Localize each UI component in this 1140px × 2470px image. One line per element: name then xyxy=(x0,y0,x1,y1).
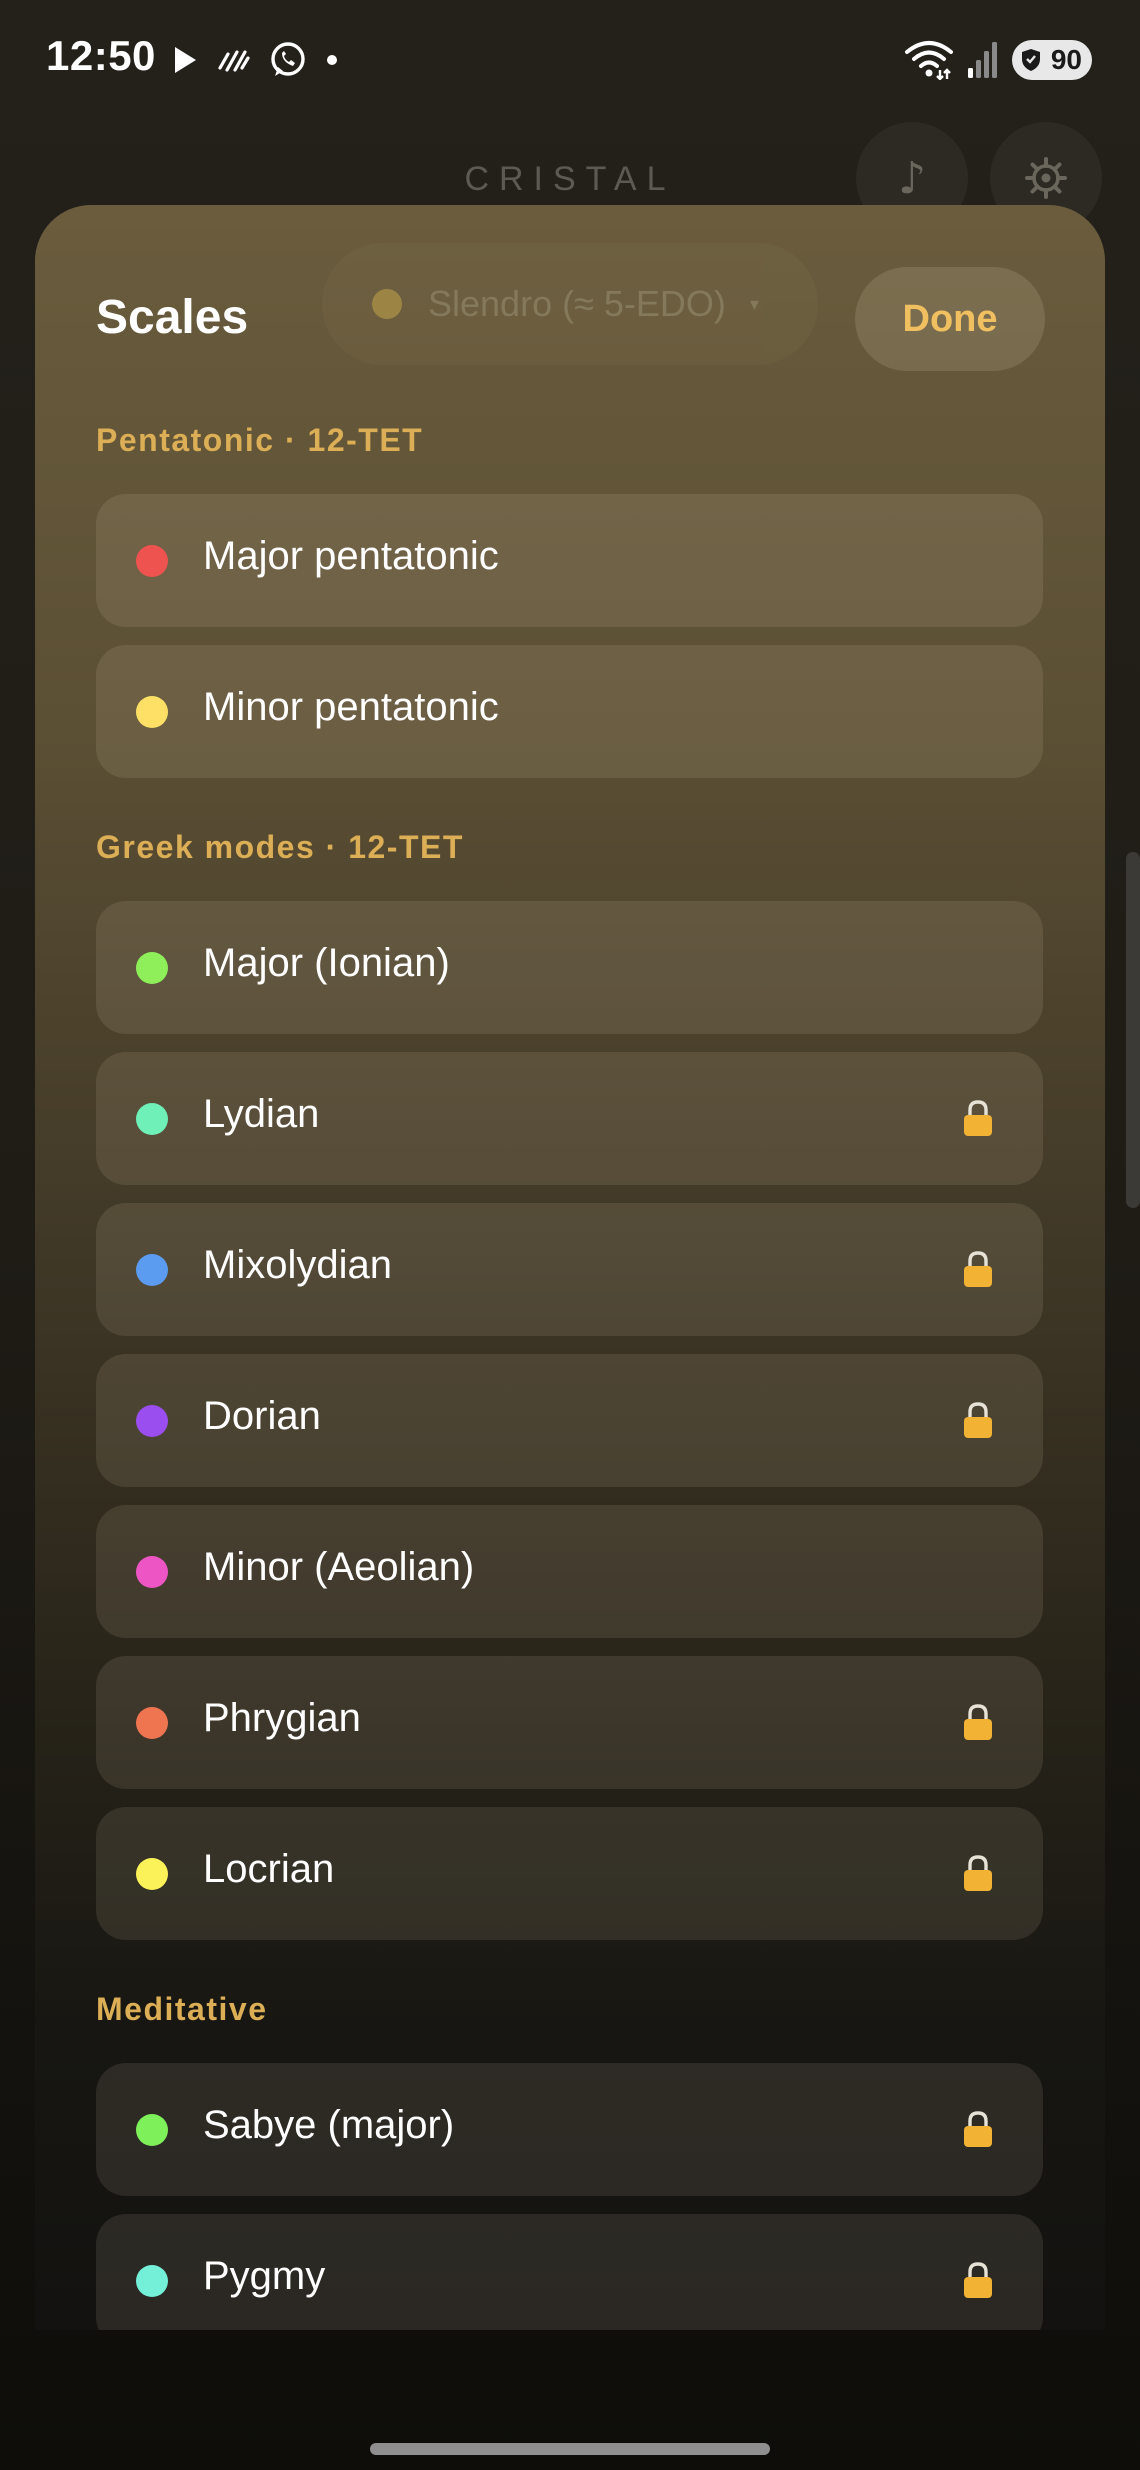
scale-color-dot xyxy=(136,545,168,577)
scale-name: Minor pentatonic xyxy=(203,685,499,729)
scale-row-lydian[interactable]: Lydian xyxy=(96,1052,1043,1185)
whatsapp-icon xyxy=(271,42,305,76)
current-scale-color-dot xyxy=(372,289,402,319)
scale-name: Lydian xyxy=(203,1092,320,1136)
scale-row-phrygian[interactable]: Phrygian xyxy=(96,1656,1043,1789)
done-button[interactable]: Done xyxy=(855,267,1045,371)
section-label-meditative: Meditative xyxy=(96,1991,268,2027)
section-label-pentatonic: Pentatonic · 12-TET xyxy=(96,422,424,458)
current-scale-label: Slendro (≈ 5-EDO) xyxy=(428,283,726,324)
scale-color-dot xyxy=(136,1858,168,1890)
sheet-title: Scales xyxy=(96,291,249,344)
scale-row-pygmy[interactable]: Pygmy xyxy=(96,2214,1043,2330)
scale-row-dorian[interactable]: Dorian xyxy=(96,1354,1043,1487)
scale-color-dot xyxy=(136,1103,168,1135)
wifi-icon xyxy=(905,41,953,80)
scale-row-major-ionian[interactable]: Major (Ionian) xyxy=(96,901,1043,1034)
play-icon xyxy=(175,47,196,73)
scale-color-dot xyxy=(136,1556,168,1588)
scale-color-dot xyxy=(136,1405,168,1437)
scale-name: Pygmy xyxy=(203,2254,326,2298)
scale-row-locrian[interactable]: Locrian xyxy=(96,1807,1043,1940)
scale-color-dot xyxy=(136,952,168,984)
scale-row-mixolydian[interactable]: Mixolydian xyxy=(96,1203,1043,1336)
status-notification-icons xyxy=(172,38,338,82)
scale-color-dot xyxy=(136,1707,168,1739)
dot-icon xyxy=(327,55,337,65)
scale-row-major-pentatonic[interactable]: Major pentatonic xyxy=(96,494,1043,627)
music-note-icon: ♪ xyxy=(897,152,927,204)
section-label-greek-modes: Greek modes · 12-TET xyxy=(96,829,464,865)
chevron-down-icon: ▾ xyxy=(749,293,759,315)
lock-icon xyxy=(964,1855,992,1891)
scale-name: Minor (Aeolian) xyxy=(203,1545,475,1589)
scale-name: Locrian xyxy=(203,1847,335,1891)
scrollbar[interactable] xyxy=(1126,852,1140,1208)
status-time: 12:50 xyxy=(46,32,156,79)
lock-icon xyxy=(964,1704,992,1740)
scale-color-dot xyxy=(136,696,168,728)
scale-name: Sabye (major) xyxy=(203,2103,455,2147)
lock-icon xyxy=(964,2262,992,2298)
current-scale-selector[interactable]: Slendro (≈ 5-EDO) ▾ xyxy=(322,243,818,365)
app-title: CRISTAL xyxy=(464,160,676,198)
status-system-icons: 90 xyxy=(904,36,1092,84)
scale-name: Dorian xyxy=(203,1394,321,1438)
shield-icon xyxy=(1022,49,1040,71)
scale-row-minor-pentatonic[interactable]: Minor pentatonic xyxy=(96,645,1043,778)
lock-icon xyxy=(964,1402,992,1438)
scale-name: Major (Ionian) xyxy=(203,941,450,985)
scale-color-dot xyxy=(136,2114,168,2146)
gear-icon xyxy=(1025,157,1067,199)
lock-icon xyxy=(964,1100,992,1136)
scale-name: Mixolydian xyxy=(203,1243,392,1287)
scale-color-dot xyxy=(136,1254,168,1286)
scales-sheet: Slendro (≈ 5-EDO) ▾ Scales Done Pentaton… xyxy=(35,205,1105,2330)
scale-color-dot xyxy=(136,2265,168,2297)
lock-icon xyxy=(964,1251,992,1287)
scale-row-sabye-major[interactable]: Sabye (major) xyxy=(96,2063,1043,2196)
battery-level: 90 xyxy=(1050,44,1082,75)
gesture-nav-handle[interactable] xyxy=(370,2443,770,2455)
data-saver-icon xyxy=(218,50,250,72)
signal-icon xyxy=(968,42,997,78)
scale-name: Major pentatonic xyxy=(203,534,499,578)
lock-icon xyxy=(964,2111,992,2147)
status-bar: 12:50 90 xyxy=(0,0,1140,120)
battery-indicator: 90 xyxy=(1012,40,1092,80)
scale-name: Phrygian xyxy=(203,1696,361,1740)
scale-row-minor-aeolian[interactable]: Minor (Aeolian) xyxy=(96,1505,1043,1638)
